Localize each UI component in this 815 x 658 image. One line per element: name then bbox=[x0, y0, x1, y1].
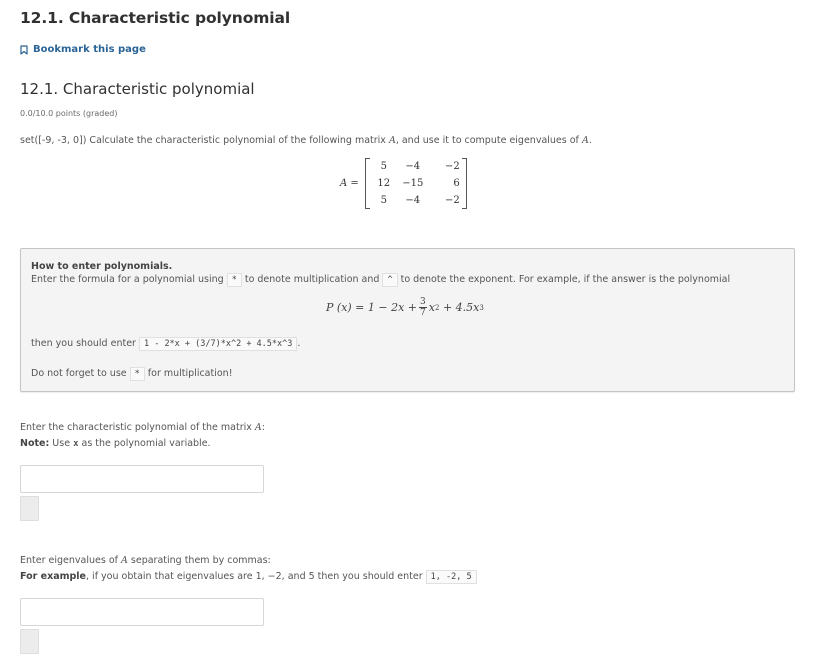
matrix-cell: −4 bbox=[405, 161, 421, 172]
page-title: 12.1. Characteristic polynomial bbox=[20, 9, 291, 27]
note-text: as the polynomial variable. bbox=[78, 438, 211, 449]
bookmark-button[interactable]: Bookmark this page bbox=[20, 44, 146, 55]
fraction-denominator: 7 bbox=[420, 308, 426, 318]
eigenvalues-answer-status bbox=[20, 629, 39, 654]
matrix-cell: 5 bbox=[380, 195, 387, 206]
example-formula: P (x) = 1 − 2x + 3 7 x2 + 4.5x 3 bbox=[326, 297, 484, 318]
bookmark-icon bbox=[20, 44, 28, 55]
prompt-matrix-var-2: A bbox=[581, 135, 589, 146]
hint-text: to denote the exponent. For example, if … bbox=[397, 274, 731, 285]
prompt-suffix: . bbox=[588, 135, 592, 146]
note-text: Use bbox=[49, 438, 74, 449]
prompt-text: set([-9, -3, 0]) Calculate the character… bbox=[20, 135, 389, 146]
code-multiply: * bbox=[129, 367, 145, 381]
matrix-grid: 5 −4 −2 12 −15 6 5 −4 −2 bbox=[364, 158, 467, 209]
hint-text: Do not forget to use bbox=[31, 368, 130, 379]
points-status: 0.0/10.0 points (graded) bbox=[20, 109, 118, 118]
note-bold: Note: bbox=[20, 438, 50, 449]
question1-note: Note: Use x as the polynomial variable. bbox=[20, 438, 211, 449]
hint-text: . bbox=[297, 338, 301, 349]
prompt-matrix-var: A bbox=[388, 135, 396, 146]
label-text: Enter the characteristic polynomial of t… bbox=[20, 422, 255, 433]
label-text: Enter eigenvalues of bbox=[20, 555, 121, 566]
hint-box: How to enter polynomials. Enter the form… bbox=[20, 248, 795, 392]
problem-prompt: set([-9, -3, 0]) Calculate the character… bbox=[20, 135, 592, 146]
problem-title: 12.1. Characteristic polynomial bbox=[20, 80, 255, 98]
matrix-cell: −2 bbox=[445, 161, 460, 172]
matrix-lhs: A = bbox=[340, 178, 359, 189]
matrix-cell: −2 bbox=[445, 195, 460, 206]
question1-label: Enter the characteristic polynomial of t… bbox=[20, 422, 265, 433]
hint-text: for multiplication! bbox=[144, 368, 233, 379]
matrix-cell: −4 bbox=[405, 195, 421, 206]
label-var: A bbox=[121, 555, 128, 566]
label-text: : bbox=[261, 422, 265, 433]
eigenvalues-answer-input[interactable] bbox=[20, 598, 264, 626]
matrix-cell: 6 bbox=[453, 178, 460, 189]
fraction-numerator: 3 bbox=[419, 297, 427, 308]
prompt-text-middle: , and use it to compute eigenvalues of bbox=[395, 135, 582, 146]
label-text: separating them by commas: bbox=[127, 555, 271, 566]
formula-fraction: 3 7 bbox=[419, 297, 427, 318]
code-eigen-example: 1, -2, 5 bbox=[425, 570, 477, 584]
question2-note: For example, if you obtain that eigenval… bbox=[20, 570, 477, 584]
hint-text: then you should enter bbox=[31, 338, 139, 349]
hint-example: then you should enter 1 - 2*x + (3/7)*x^… bbox=[31, 337, 301, 351]
bookmark-label: Bookmark this page bbox=[33, 44, 146, 55]
formula-lhs: P (x) = 1 − 2x + bbox=[326, 301, 418, 314]
note-bold: For example bbox=[20, 571, 87, 582]
hint-title: How to enter polynomials. bbox=[31, 261, 173, 272]
hint-reminder: Do not forget to use * for multiplicatio… bbox=[31, 367, 233, 381]
hint-text: to denote multiplication and bbox=[241, 274, 383, 285]
formula-term: + 4.5x bbox=[439, 301, 480, 314]
matrix-cell: −15 bbox=[402, 178, 424, 189]
code-multiply: * bbox=[226, 273, 242, 287]
matrix-display: A = 5 −4 −2 12 −15 6 5 −4 −2 bbox=[340, 158, 467, 209]
question2-label: Enter eigenvalues of A separating them b… bbox=[20, 555, 271, 566]
matrix-cell: 5 bbox=[380, 161, 387, 172]
polynomial-answer-status bbox=[20, 496, 39, 521]
formula-exponent: 3 bbox=[479, 303, 484, 312]
code-example: 1 - 2*x + (3/7)*x^2 + 4.5*x^3 bbox=[138, 337, 298, 351]
polynomial-answer-input[interactable] bbox=[20, 465, 264, 493]
matrix-cell: 12 bbox=[377, 178, 391, 189]
hint-text: Enter the formula for a polynomial using bbox=[31, 274, 227, 285]
label-var: A bbox=[254, 422, 262, 433]
code-exponent: ^ bbox=[382, 273, 398, 287]
hint-instructions: Enter the formula for a polynomial using… bbox=[31, 273, 731, 287]
note-text: , if you obtain that eigenvalues are 1, … bbox=[86, 571, 426, 582]
